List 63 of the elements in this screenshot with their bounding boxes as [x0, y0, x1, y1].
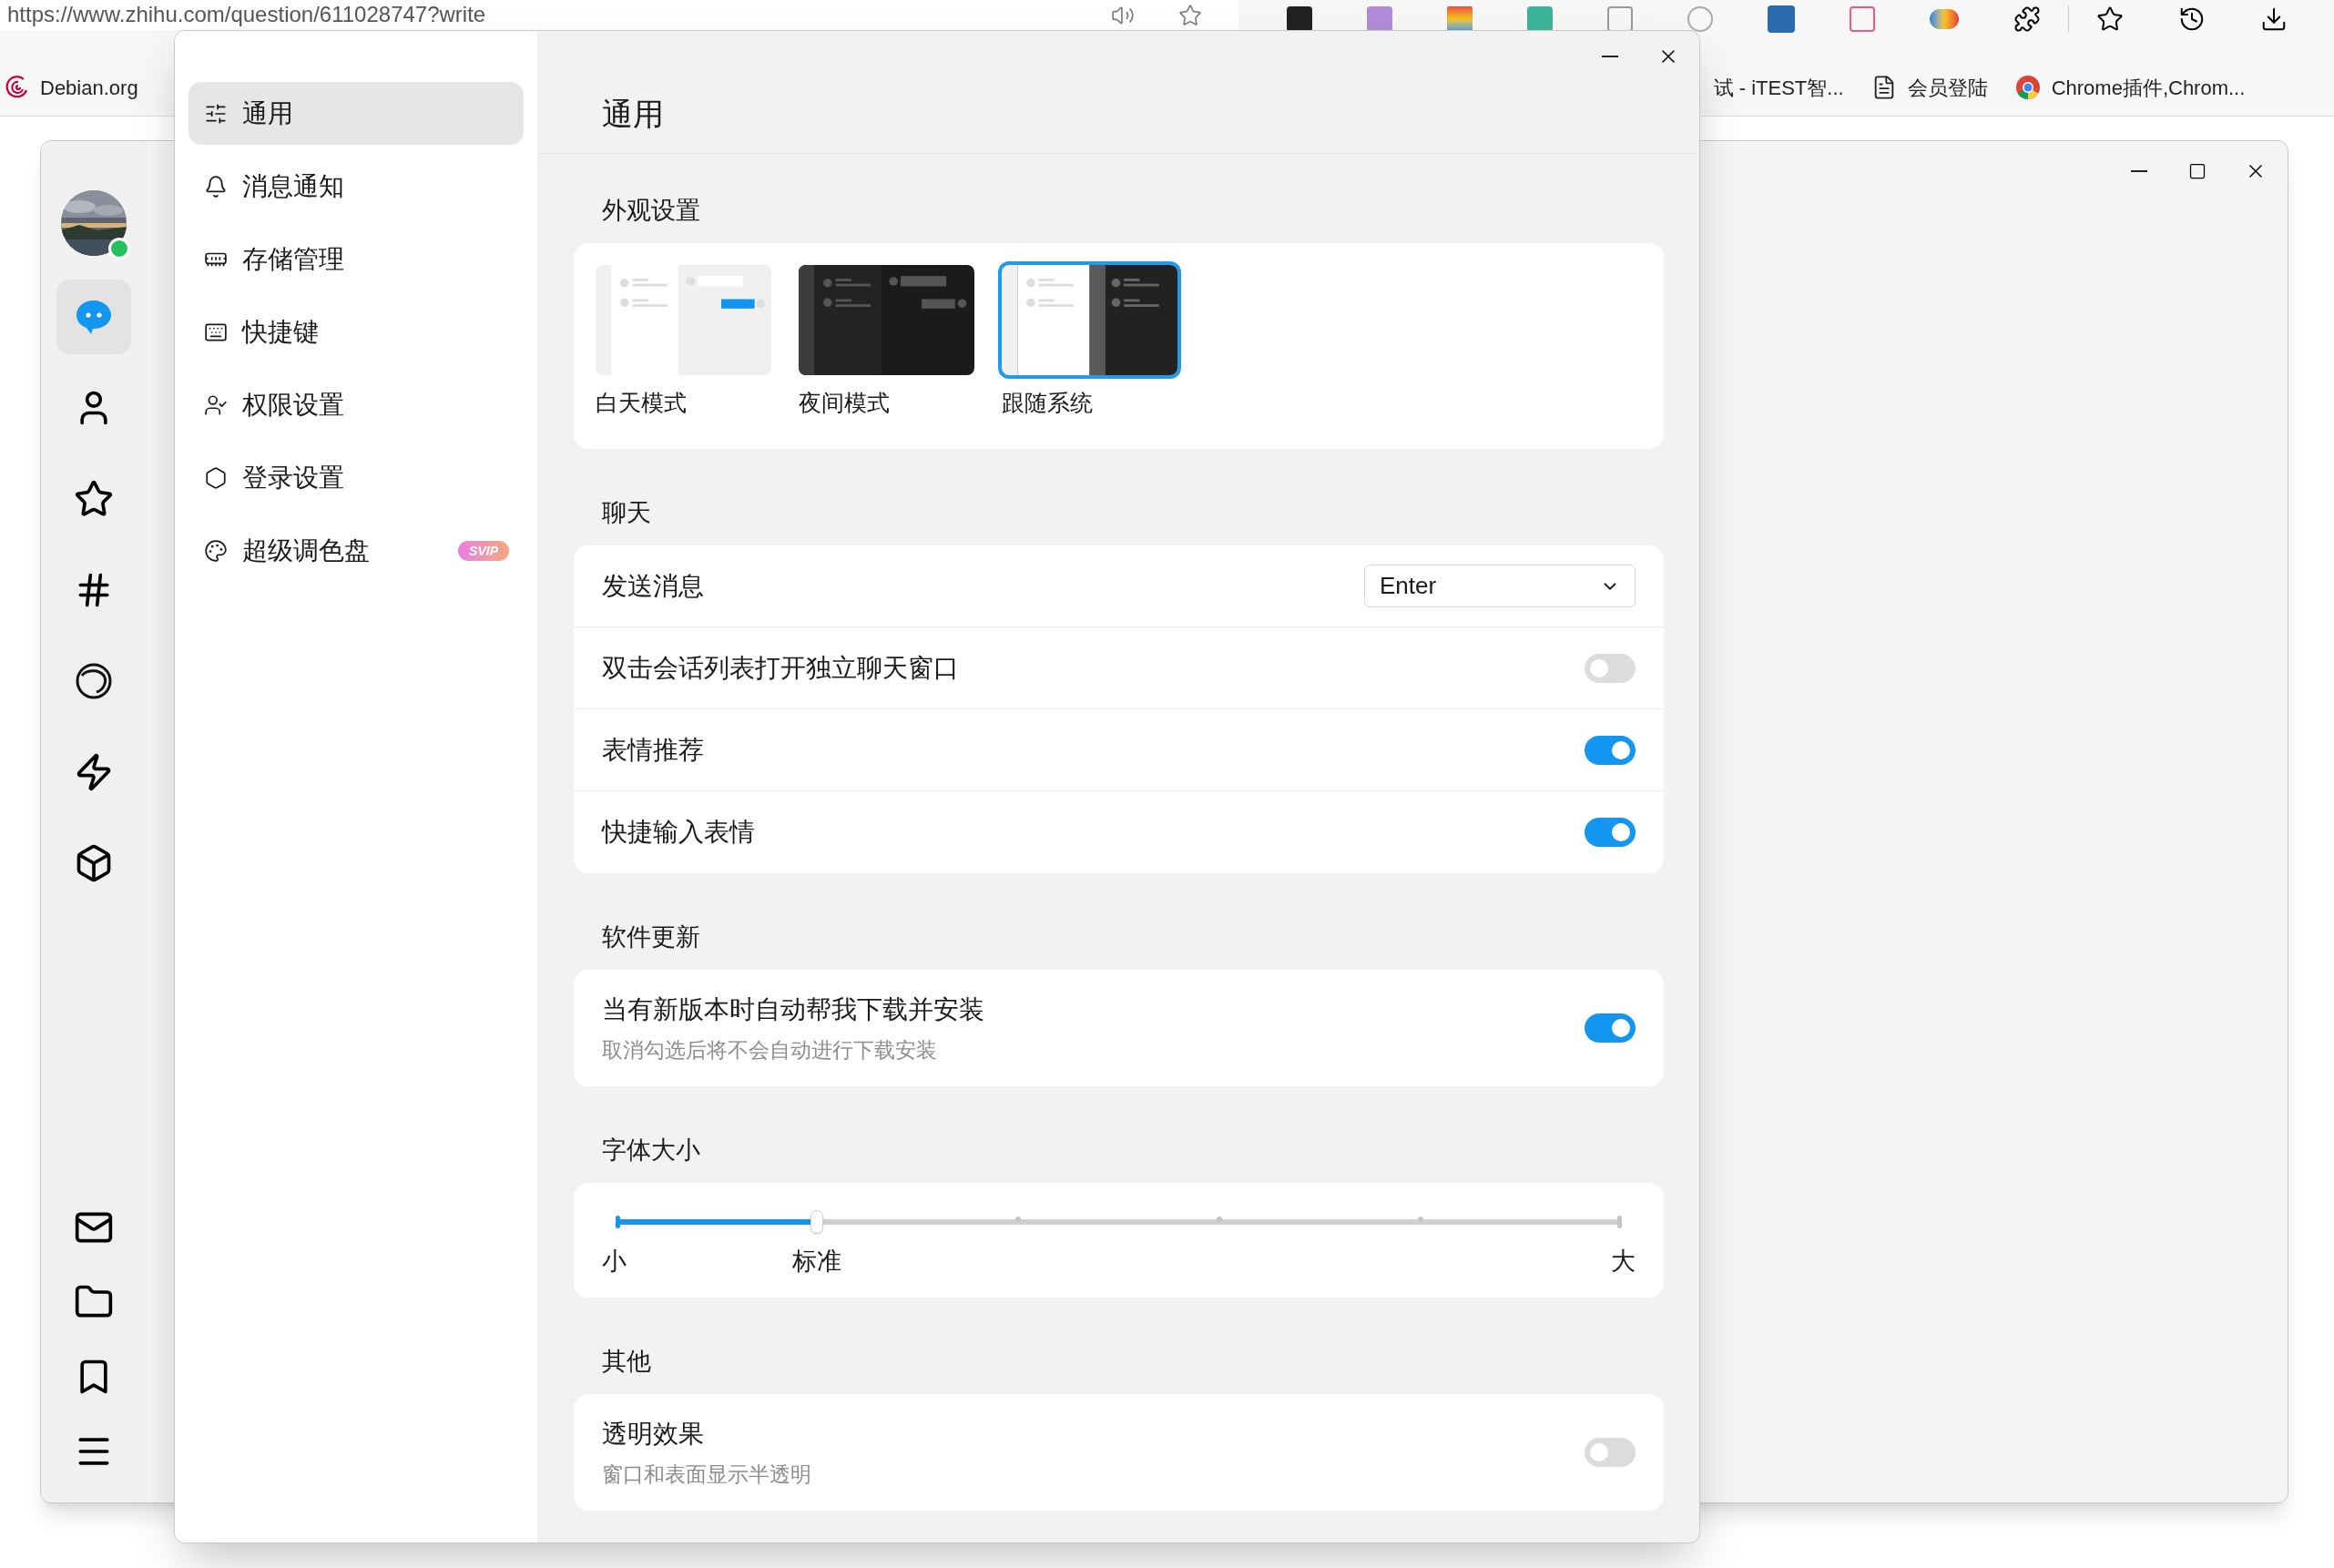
section-heading: 其他: [602, 1347, 651, 1377]
sidebar-item[interactable]: 存储管理: [189, 228, 524, 290]
toggle-switch[interactable]: [1585, 818, 1636, 847]
sidebar-item[interactable]: 消息通知: [189, 155, 524, 218]
hexagon-icon: [204, 465, 228, 490]
setting-label: 快捷输入表情: [602, 817, 755, 848]
send-key-dropdown[interactable]: Enter: [1364, 565, 1636, 607]
download-icon[interactable]: [2260, 5, 2288, 33]
slider-label: 大: [1611, 1247, 1636, 1277]
sidebar-item[interactable]: 登录设置: [189, 446, 524, 509]
toggle-switch[interactable]: [1585, 735, 1636, 765]
puzzle-icon[interactable]: [2013, 5, 2041, 33]
bookmark-link[interactable]: 会员登陆: [1870, 72, 1988, 103]
slider-tick: [1015, 1217, 1021, 1222]
palette-icon: [204, 538, 228, 563]
sidebar-item[interactable]: 通用: [189, 82, 524, 145]
history-icon[interactable]: [2178, 5, 2206, 33]
address-bar[interactable]: https://www.zhihu.com/question/611028747?write: [0, 0, 1238, 30]
section-heading: 字体大小: [602, 1135, 700, 1166]
slider-end-tick: [1617, 1216, 1622, 1228]
sidebar-item[interactable]: 权限设置: [189, 373, 524, 436]
svip-badge: SVIP: [458, 540, 509, 561]
slider-end-tick: [616, 1216, 620, 1228]
toggle-switch[interactable]: [1585, 1438, 1636, 1467]
toggle-switch[interactable]: [1585, 653, 1636, 683]
theme-option[interactable]: 白天模式: [592, 261, 775, 449]
sliders-icon: [204, 101, 228, 126]
bookmark-link[interactable]: Debian.org: [5, 72, 138, 103]
section-heading: 软件更新: [602, 922, 700, 952]
slider-tick: [1418, 1217, 1423, 1222]
setting-label: 当有新版本时自动帮我下载并安装: [602, 993, 984, 1025]
slider-label: 标准: [792, 1247, 841, 1277]
browser-logo-icon: [2014, 75, 2041, 100]
minimize-icon: [1602, 56, 1618, 57]
swirl-icon: [5, 76, 29, 99]
toggle-switch[interactable]: [1585, 1013, 1636, 1043]
slider-label: 小: [602, 1247, 627, 1277]
setting-label: 双击会话列表打开独立聊天窗口: [602, 652, 959, 684]
bookmark-link[interactable]: Chrome插件,Chrom...: [2014, 72, 2246, 103]
maximize-icon: [2188, 162, 2207, 180]
bell-icon: [204, 174, 228, 199]
sidebar-item[interactable]: 快捷键: [189, 300, 524, 363]
setting-description: 窗口和表面显示半透明: [602, 1461, 811, 1488]
slider-thumb[interactable]: [810, 1210, 823, 1234]
url-text: https://www.zhihu.com/question/611028747?write: [7, 2, 486, 27]
minimize-icon: [2131, 170, 2147, 172]
setting-label: 透明效果: [602, 1418, 705, 1450]
ring-icon: [74, 661, 114, 701]
user-check-icon: [204, 392, 228, 417]
section-heading: 外观设置: [602, 196, 700, 226]
favorites-icon[interactable]: [2096, 5, 2124, 33]
slider-tick: [1217, 1217, 1222, 1222]
theme-option[interactable]: 跟随系统: [998, 261, 1181, 449]
theme-option[interactable]: 夜间模式: [795, 261, 978, 449]
star-icon[interactable]: [1178, 4, 1202, 27]
section-heading: 聊天: [602, 498, 651, 528]
page-title: 通用: [602, 95, 664, 133]
sidebar-item[interactable]: 超级调色盘 SVIP: [189, 519, 524, 582]
setting-description: 取消勾选后将不会自动进行下载安装: [602, 1036, 938, 1064]
extension-icon[interactable]: [1287, 6, 1312, 32]
setting-label: 表情推荐: [602, 734, 704, 766]
bookmark-link[interactable]: 试 - iTEST智...: [1713, 72, 1844, 103]
setting-label: 发送消息: [602, 570, 704, 602]
